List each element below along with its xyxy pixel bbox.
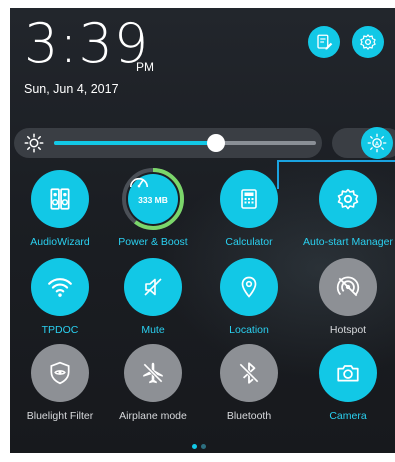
hotspot-circle: [319, 258, 377, 316]
location-circle: [220, 258, 278, 316]
tile-hotspot[interactable]: Hotspot: [301, 258, 395, 336]
page-dot[interactable]: [201, 444, 206, 449]
tile-label: AudioWizard: [30, 236, 90, 248]
tile-label: Auto-start Manager: [303, 236, 393, 248]
edit-settings-icon: [317, 34, 333, 50]
bluetooth-circle: [220, 344, 278, 402]
callout-line-horizontal: [277, 160, 395, 162]
camera-circle: [319, 344, 377, 402]
calculator-circle: [220, 170, 278, 228]
tile-audiowizard[interactable]: AudioWizard: [13, 170, 107, 248]
settings-button[interactable]: [352, 26, 384, 58]
tile-label: Location: [229, 324, 269, 336]
tile-label: Camera: [329, 410, 367, 422]
mute-circle: [124, 258, 182, 316]
bluelight-circle: [31, 344, 89, 402]
quick-settings-panel: 3:39 PM Sun, Jun 4, 2017 A AudioWizard 3…: [10, 8, 395, 453]
clock-date: Sun, Jun 4, 2017: [24, 82, 119, 96]
tile-label: Bluelight Filter: [26, 410, 94, 422]
airplane-icon: [143, 362, 163, 384]
auto-start-circle: [319, 170, 377, 228]
speedometer-icon: [129, 178, 149, 188]
tile-airplane-mode[interactable]: Airplane mode: [106, 344, 200, 422]
tile-auto-start-manager[interactable]: Auto-start Manager: [301, 170, 395, 248]
camera-icon: [337, 365, 359, 382]
brightness-fill: [54, 141, 216, 145]
audiowizard-circle: [31, 170, 89, 228]
tile-bluetooth[interactable]: Bluetooth: [202, 344, 296, 422]
auto-brightness-toggle[interactable]: A: [361, 127, 393, 159]
auto-brightness-icon: A: [367, 133, 387, 153]
wifi-circle: [31, 258, 89, 316]
power-boost-ring: 333 MB: [122, 168, 184, 230]
tile-location[interactable]: Location: [202, 258, 296, 336]
eye-shield-icon: [50, 361, 70, 385]
edit-quick-settings-button[interactable]: [308, 26, 340, 58]
wifi-icon: [48, 278, 72, 297]
tile-label: Airplane mode: [119, 410, 187, 422]
page-dot-active[interactable]: [192, 444, 197, 449]
gear-icon: [360, 34, 376, 50]
location-pin-icon: [241, 276, 257, 298]
airplane-circle: [124, 344, 182, 402]
audiowizard-icon: [50, 188, 70, 210]
tile-calculator[interactable]: Calculator: [202, 170, 296, 248]
tile-mute[interactable]: Mute: [106, 258, 200, 336]
hotspot-off-icon: [336, 276, 360, 297]
tile-label: Power & Boost: [118, 236, 188, 248]
tile-label: Calculator: [225, 236, 273, 248]
tile-power-boost[interactable]: 333 MB Power & Boost: [106, 168, 200, 248]
tile-label: Bluetooth: [226, 410, 272, 422]
bluetooth-off-icon: [239, 362, 259, 384]
clock-time: 3:39: [24, 12, 150, 75]
tile-label: Mute: [141, 324, 165, 336]
clock-ampm: PM: [136, 60, 154, 74]
tile-bluelight-filter[interactable]: Bluelight Filter: [13, 344, 107, 422]
memory-value: 333 MB: [138, 194, 168, 205]
brightness-thumb[interactable]: [207, 134, 225, 152]
tile-wifi[interactable]: TPDOC: [13, 258, 107, 336]
calculator-icon: [241, 189, 257, 209]
mute-icon: [144, 278, 162, 296]
brightness-sun-icon: [24, 133, 44, 153]
tile-label: Hotspot: [329, 324, 367, 336]
tile-camera[interactable]: Camera: [301, 344, 395, 422]
tile-label: TPDOC: [41, 324, 79, 336]
page-indicator: [190, 436, 208, 453]
brightness-slider[interactable]: [14, 128, 322, 158]
gear-icon: [337, 188, 359, 210]
